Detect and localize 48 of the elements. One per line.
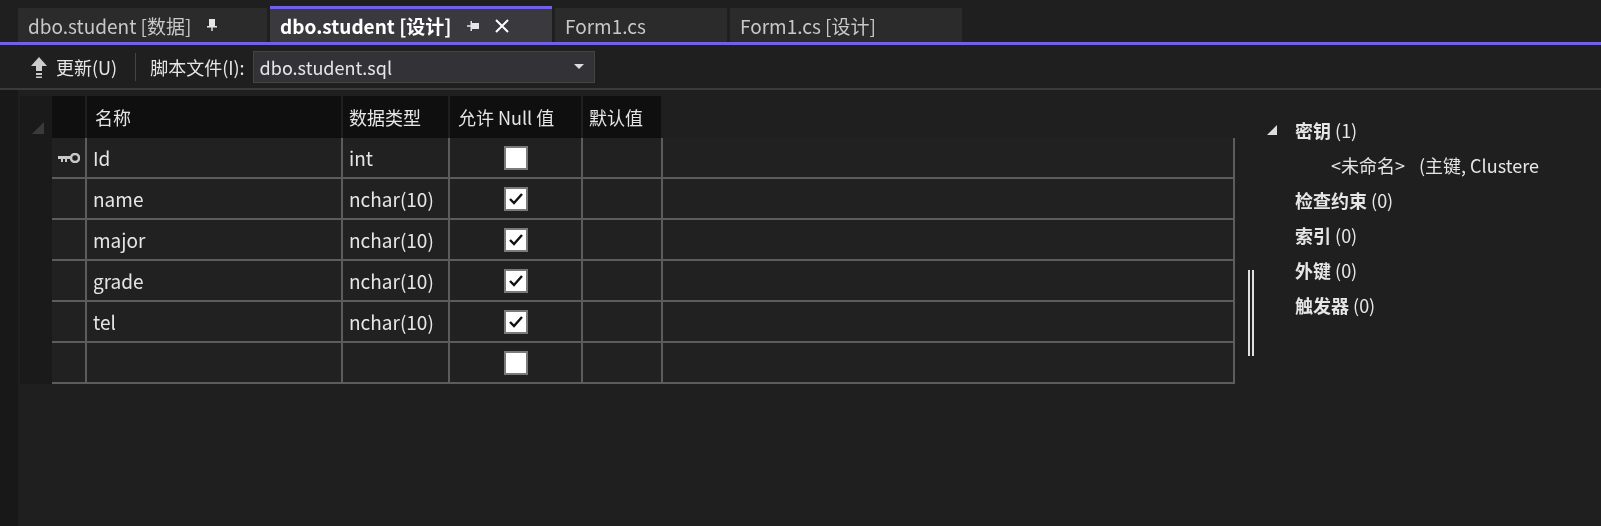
check-icon [508, 274, 523, 287]
table-cell: nchar(10) [343, 261, 450, 302]
checkbox[interactable] [503, 309, 528, 334]
property-group[interactable]: 索引 (0) [1295, 221, 1358, 248]
document-tab[interactable]: Form1.cs [设计] [730, 8, 962, 42]
row-selector[interactable] [52, 138, 87, 179]
check-icon [508, 233, 523, 246]
pin-icon[interactable] [465, 18, 480, 33]
checkbox[interactable] [503, 145, 528, 170]
table-cell: tel [87, 302, 343, 343]
table-cell: int [343, 138, 450, 179]
document-tab[interactable]: dbo.student [数据] [18, 8, 267, 42]
check-icon [508, 315, 523, 328]
table-cell: nchar(10) [343, 302, 450, 343]
close-icon[interactable] [493, 17, 510, 34]
property-group[interactable]: 密钥 (1) [1295, 116, 1358, 143]
update-button[interactable]: 更新(U) [30, 53, 128, 80]
key-name[interactable]: <未命名> [1331, 151, 1405, 178]
expanded-icon[interactable] [1267, 124, 1277, 135]
property-group[interactable]: 外键 (0) [1295, 256, 1358, 283]
column-header [52, 96, 87, 138]
table-cell: nchar(10) [343, 220, 450, 261]
column-header: 默认值 [583, 96, 663, 138]
key-detail: (主键, Clustere [1419, 151, 1539, 178]
table-cell: grade [87, 261, 343, 302]
check-icon [508, 192, 523, 205]
table-cell: major [87, 220, 343, 261]
checkbox[interactable] [503, 350, 528, 375]
document-tab[interactable]: dbo.student [设计] [270, 6, 552, 42]
arrow-up-icon [30, 55, 48, 78]
script-file-label: 脚本文件(I): [150, 53, 245, 80]
table-cell: Id [87, 138, 343, 179]
table-cell: name [87, 179, 343, 220]
table-cell: nchar(10) [343, 179, 450, 220]
column-header: 数据类型 [343, 96, 450, 138]
column-header: 允许 Null 值 [450, 96, 583, 138]
checkbox[interactable] [503, 227, 528, 252]
column-header: 名称 [87, 96, 343, 138]
document-tab[interactable]: Form1.cs [555, 8, 727, 42]
checkbox[interactable] [503, 186, 528, 211]
script-file-dropdown[interactable]: dbo.student.sql [252, 50, 595, 83]
property-group[interactable]: 检查约束 (0) [1295, 186, 1394, 213]
pin-icon[interactable] [205, 18, 220, 32]
property-group[interactable]: 触发器 (0) [1295, 291, 1376, 318]
checkbox[interactable] [503, 268, 528, 293]
select-all-icon[interactable] [32, 122, 44, 134]
splitter-handle[interactable] [1248, 270, 1254, 356]
caret-icon [573, 63, 584, 70]
